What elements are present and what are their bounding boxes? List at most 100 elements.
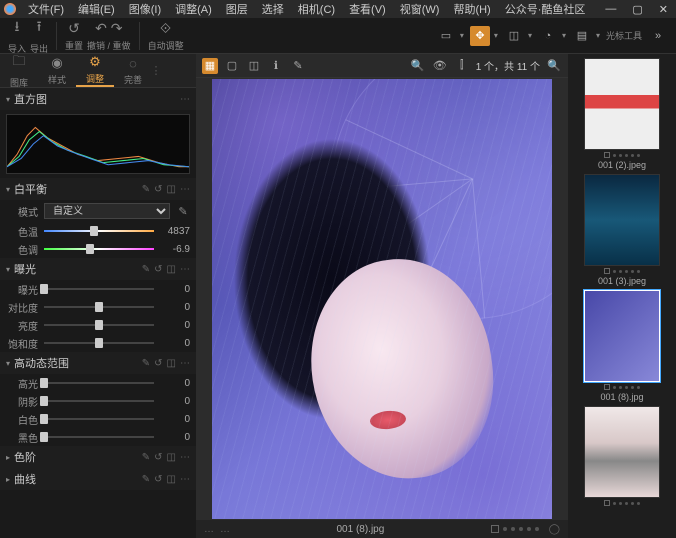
menu-camera[interactable]: 相机(C)	[292, 1, 341, 17]
more-icon[interactable]: ⋯	[180, 474, 190, 485]
thumbnail-item[interactable]: 001 (3).jpeg	[574, 174, 670, 286]
info-view-button[interactable]: ℹ	[268, 58, 284, 74]
menu-file[interactable]: 文件(F)	[22, 1, 70, 17]
menu-layer[interactable]: 图层	[220, 1, 254, 17]
curves-header[interactable]: ▸ 曲线 ✎ ↺ ◫ ⋯	[0, 468, 196, 490]
reset-icon[interactable]: ↺	[154, 452, 162, 463]
more-icon[interactable]: ⋯	[180, 94, 190, 105]
tab-refine[interactable]: ◌ 完善	[114, 54, 152, 87]
reset-icon[interactable]: ↺	[154, 358, 162, 369]
reset-icon[interactable]: ↺	[154, 184, 162, 195]
thumbnail-item[interactable]	[574, 406, 670, 508]
tab-adjust[interactable]: ⚙ 调整	[76, 54, 114, 87]
prev-image-button[interactable]: …	[204, 524, 214, 535]
brush-tool[interactable]: ◔	[538, 26, 558, 46]
eyedropper-icon[interactable]: ✎	[176, 205, 190, 218]
reset-button[interactable]: ↺ 重置	[65, 20, 83, 52]
chevron-down-icon[interactable]: ▾	[562, 31, 566, 40]
white-slider[interactable]	[44, 418, 154, 420]
copy-icon[interactable]: ◫	[167, 452, 176, 463]
copy-icon[interactable]: ◫	[167, 184, 176, 195]
thumbnail-item[interactable]: 001 (8).jpg	[574, 290, 670, 402]
brush-icon[interactable]: ✎	[142, 452, 150, 463]
copy-icon[interactable]: ◫	[167, 474, 176, 485]
visibility-toggle[interactable]: 👁	[432, 58, 448, 74]
rating-control[interactable]	[491, 525, 539, 533]
white-balance-header[interactable]: ▾ 白平衡 ✎ ↺ ◫ ⋯	[0, 178, 196, 200]
more-icon[interactable]: ⋯	[180, 358, 190, 369]
next-image-button[interactable]: …	[220, 524, 230, 535]
saturation-slider[interactable]	[44, 342, 154, 344]
levels-header[interactable]: ▸ 色阶 ✎ ↺ ◫ ⋯	[0, 446, 196, 468]
tab-library[interactable]: 🗀 图库	[0, 54, 38, 87]
expand-tools-button[interactable]: »	[648, 26, 668, 46]
filter-button[interactable]: ⫿	[454, 58, 470, 74]
panel-resize-handle[interactable]: ⋮	[152, 54, 160, 87]
tint-slider[interactable]	[44, 248, 154, 250]
brush-icon[interactable]: ✎	[142, 184, 150, 195]
auto-adjust-button[interactable]: ⟐ 自动调整	[148, 20, 184, 52]
single-view-button[interactable]: ▢	[224, 58, 240, 74]
thumbnail-rating[interactable]	[604, 500, 640, 506]
more-icon[interactable]: ⋯	[180, 452, 190, 463]
menu-edit[interactable]: 编辑(E)	[72, 1, 121, 17]
canvas-image[interactable]	[212, 79, 552, 519]
menu-view[interactable]: 查看(V)	[343, 1, 392, 17]
compare-view-button[interactable]: ◫	[246, 58, 262, 74]
exposure-header[interactable]: ▾ 曝光 ✎ ↺ ◫ ⋯	[0, 258, 196, 280]
menu-community[interactable]: 公众号·酷鱼社区	[499, 1, 592, 17]
chevron-down-icon[interactable]: ▾	[494, 31, 498, 40]
copy-icon[interactable]: ◫	[167, 264, 176, 275]
temp-slider[interactable]	[44, 230, 154, 232]
tab-styles[interactable]: ◉ 样式	[38, 54, 76, 87]
thumbnail-item[interactable]: 001 (2).jpeg	[574, 58, 670, 170]
reset-icon[interactable]: ↺	[154, 474, 162, 485]
chevron-down-icon[interactable]: ▾	[460, 31, 464, 40]
search-button[interactable]: 🔍	[410, 58, 426, 74]
menu-window[interactable]: 视窗(W)	[394, 1, 446, 17]
chevron-down-icon: ▾	[6, 359, 10, 368]
menu-help[interactable]: 帮助(H)	[447, 1, 496, 17]
more-icon[interactable]: ⋯	[180, 184, 190, 195]
exposure-slider[interactable]	[44, 288, 154, 290]
chevron-down-icon[interactable]: ▾	[528, 31, 532, 40]
selection-tool[interactable]: ▭	[436, 26, 456, 46]
copy-icon[interactable]: ◫	[167, 358, 176, 369]
thumbnail-rating[interactable]	[604, 152, 640, 158]
contrast-slider[interactable]	[44, 306, 154, 308]
hand-tool[interactable]: ✥	[470, 26, 490, 46]
brush-icon[interactable]: ✎	[142, 358, 150, 369]
black-slider[interactable]	[44, 436, 154, 438]
highlight-slider[interactable]	[44, 382, 154, 384]
chevron-down-icon[interactable]: ▾	[596, 31, 600, 40]
minimize-button[interactable]: —	[601, 3, 620, 16]
import-button[interactable]: ⭳ 导入	[8, 16, 26, 55]
brush-icon[interactable]: ✎	[142, 474, 150, 485]
color-label-button[interactable]: ◯	[549, 524, 560, 535]
thumbnail-image	[584, 290, 660, 382]
histogram-header[interactable]: ▾ 直方图 ⋯	[0, 88, 196, 110]
more-icon[interactable]: ⋯	[180, 264, 190, 275]
undo-redo-button[interactable]: ↶ ↷ 撤销 / 重做	[87, 20, 131, 52]
grid-view-button[interactable]: ▦	[202, 58, 218, 74]
reset-icon[interactable]: ↺	[154, 264, 162, 275]
thumbnail-rating[interactable]	[604, 384, 640, 390]
menu-image[interactable]: 图像(I)	[123, 1, 167, 17]
close-button[interactable]: ✕	[655, 3, 672, 16]
edit-view-button[interactable]: ✎	[290, 58, 306, 74]
gradient-tool[interactable]: ▤	[572, 26, 592, 46]
shadow-slider[interactable]	[44, 400, 154, 402]
brightness-slider[interactable]	[44, 324, 154, 326]
export-button[interactable]: ⭱ 导出	[30, 16, 48, 55]
thumbnail-rating[interactable]	[604, 268, 640, 274]
maximize-button[interactable]: ▢	[628, 3, 646, 16]
refine-icon: ◌	[129, 56, 137, 71]
menu-adjust[interactable]: 调整(A)	[169, 1, 218, 17]
hdr-header[interactable]: ▾ 高动态范围 ✎ ↺ ◫ ⋯	[0, 352, 196, 374]
zoom-button[interactable]: 🔍	[546, 58, 562, 74]
brush-icon[interactable]: ✎	[142, 264, 150, 275]
menu-select[interactable]: 选择	[256, 1, 290, 17]
crop-tool[interactable]: ◫	[504, 26, 524, 46]
reset-icon: ↺	[68, 20, 80, 37]
wb-mode-select[interactable]: 自定义	[44, 203, 170, 219]
